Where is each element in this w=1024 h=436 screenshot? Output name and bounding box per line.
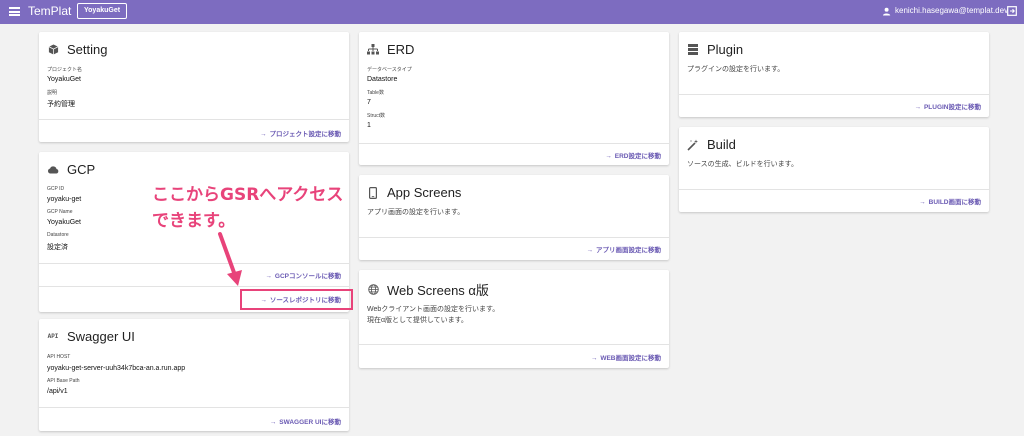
build-card: Build ソースの生成、ビルドを行います。 → BUILD画面に移動 bbox=[679, 127, 989, 212]
action-label: SWAGGER UIに移動 bbox=[279, 419, 341, 426]
card-title: App Screens bbox=[387, 185, 462, 200]
card-description: Webクライアント画面の設定を行います。 bbox=[367, 306, 500, 313]
action-label: アプリ画面設定に移動 bbox=[596, 247, 661, 254]
field-value: /api/v1 bbox=[47, 388, 68, 395]
callout-annotation: ここからGSRへアクセス できます。 bbox=[152, 182, 343, 234]
field-label: API HOST bbox=[47, 354, 71, 360]
field-value: 7 bbox=[367, 99, 371, 106]
user-email[interactable]: kenichi.hasegawa@templat.dev bbox=[895, 6, 1008, 15]
field-label: API Base Path bbox=[47, 378, 80, 384]
logout-icon[interactable] bbox=[1007, 6, 1017, 16]
arrow-right-icon: → bbox=[590, 355, 598, 362]
divider bbox=[39, 263, 349, 264]
field-value: 予約管理 bbox=[47, 101, 75, 108]
field-label: GCP ID bbox=[47, 186, 65, 192]
gcp-console-link[interactable]: → GCPコンソールに移動 bbox=[265, 270, 341, 280]
card-description: アプリ画面の設定を行います。 bbox=[367, 209, 465, 216]
field-value: YoyakuGet bbox=[47, 76, 81, 83]
app-screens-settings-link[interactable]: → アプリ画面設定に移動 bbox=[587, 244, 662, 254]
magic-wand-icon bbox=[687, 139, 699, 151]
action-label: プロジェクト設定に移動 bbox=[269, 131, 342, 138]
card-title: ERD bbox=[387, 42, 415, 57]
card-description: プラグインの設定を行います。 bbox=[687, 66, 785, 73]
arrow-right-icon: → bbox=[914, 104, 921, 111]
divider bbox=[359, 143, 669, 144]
api-icon: API bbox=[47, 333, 59, 340]
divider bbox=[39, 286, 349, 287]
field-value: 1 bbox=[367, 122, 371, 129]
divider bbox=[359, 237, 669, 238]
card-title: GCP bbox=[67, 162, 96, 177]
arrow-right-icon: → bbox=[605, 153, 612, 160]
arrow-right-icon: → bbox=[265, 273, 272, 280]
action-label: PLUGIN設定に移動 bbox=[923, 104, 981, 111]
top-app-bar: TemPlat YoyakuGet kenichi.hasegawa@templ… bbox=[0, 0, 1024, 24]
card-title: Swagger UI bbox=[67, 329, 135, 344]
field-value: Datastore bbox=[367, 76, 398, 83]
field-label: プロジェクト名 bbox=[47, 67, 83, 73]
divider bbox=[39, 407, 349, 408]
field-label: Datastore bbox=[47, 232, 69, 238]
divider bbox=[679, 189, 989, 190]
web-screens-settings-link[interactable]: → WEB画面設定に移動 bbox=[591, 352, 661, 362]
divider bbox=[679, 94, 989, 95]
globe-icon bbox=[367, 284, 379, 296]
callout-arrow-icon bbox=[218, 232, 242, 286]
card-description: 現在α版として提供しています。 bbox=[367, 317, 468, 324]
card-title: Build bbox=[707, 137, 736, 152]
project-settings-link[interactable]: → プロジェクト設定に移動 bbox=[260, 128, 341, 138]
arrow-right-icon: → bbox=[260, 131, 267, 138]
erd-card: ERD データベースタイプ Datastore Table数 7 Struct数… bbox=[359, 32, 669, 165]
arrow-right-icon: → bbox=[269, 419, 277, 426]
field-label: GCP Name bbox=[47, 209, 73, 215]
project-selector-button[interactable]: YoyakuGet bbox=[77, 3, 128, 19]
storage-icon bbox=[687, 44, 699, 56]
swagger-ui-link[interactable]: → SWAGGER UIに移動 bbox=[270, 416, 341, 426]
callout-line: ここからGSRへアクセス bbox=[152, 185, 344, 205]
field-value: yoyaku-get bbox=[47, 196, 82, 203]
account-edit-icon bbox=[883, 7, 891, 16]
divider bbox=[39, 119, 349, 120]
action-label: ERD設定に移動 bbox=[614, 153, 661, 160]
menu-icon[interactable] bbox=[9, 7, 20, 16]
field-label: Struct数 bbox=[367, 113, 386, 119]
action-label: GCPコンソールに移動 bbox=[274, 273, 341, 280]
highlight-box bbox=[240, 289, 353, 310]
field-value: yoyaku-get-server-uuh34k7bca-an.a.run.ap… bbox=[47, 365, 186, 372]
plugin-card: Plugin プラグインの設定を行います。 → PLUGIN設定に移動 bbox=[679, 32, 989, 117]
phone-icon bbox=[367, 186, 379, 199]
card-title: Web Screens α版 bbox=[387, 283, 489, 298]
field-label: 説明 bbox=[47, 90, 58, 96]
cloud-icon bbox=[47, 164, 59, 176]
divider bbox=[359, 344, 669, 345]
field-value: 設定済 bbox=[47, 244, 68, 251]
cube-icon bbox=[47, 44, 59, 56]
action-label: WEB画面設定に移動 bbox=[600, 355, 661, 362]
plugin-settings-link[interactable]: → PLUGIN設定に移動 bbox=[914, 101, 981, 111]
card-title: Setting bbox=[67, 42, 108, 57]
app-screens-card: App Screens アプリ画面の設定を行います。 → アプリ画面設定に移動 bbox=[359, 175, 669, 260]
erd-settings-link[interactable]: → ERD設定に移動 bbox=[605, 150, 661, 160]
arrow-right-icon: → bbox=[919, 199, 926, 206]
setting-card: Setting プロジェクト名 YoyakuGet 説明 予約管理 → プロジェク… bbox=[39, 32, 349, 142]
arrow-right-icon: → bbox=[586, 247, 594, 254]
card-description: ソースの生成、ビルドを行います。 bbox=[687, 161, 798, 168]
sitemap-icon bbox=[367, 44, 379, 56]
field-label: Table数 bbox=[367, 90, 384, 96]
web-screens-card: Web Screens α版 Webクライアント画面の設定を行います。 現在α版… bbox=[359, 270, 669, 368]
card-title: Plugin bbox=[707, 42, 744, 57]
app-title[interactable]: TemPlat bbox=[28, 4, 71, 18]
field-value: YoyakuGet bbox=[47, 219, 81, 226]
field-label: データベースタイプ bbox=[367, 67, 412, 73]
swagger-card: API Swagger UI API HOST yoyaku-get-serve… bbox=[39, 319, 349, 431]
build-screen-link[interactable]: → BUILD画面に移動 bbox=[919, 196, 981, 206]
action-label: BUILD画面に移動 bbox=[928, 199, 981, 206]
